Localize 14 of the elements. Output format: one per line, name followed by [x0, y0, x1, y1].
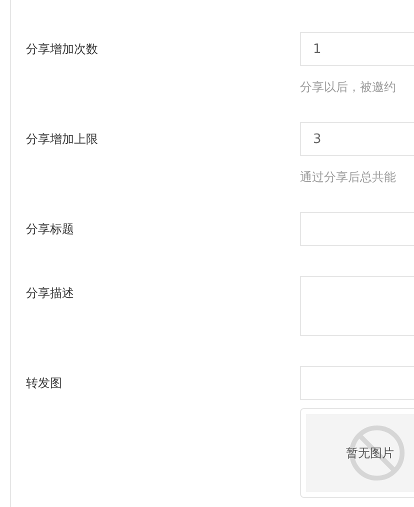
no-image-text: 暂无图片 [346, 445, 394, 462]
no-image-icon [348, 424, 406, 482]
field-label: 分享增加上限 [26, 131, 99, 148]
field-label: 分享标题 [26, 221, 75, 238]
text-area[interactable] [300, 276, 414, 336]
help-text: 通过分享后总共能 [300, 169, 397, 186]
field-label: 分享增加次数 [26, 41, 99, 58]
input-field[interactable] [300, 212, 414, 246]
input-field[interactable] [300, 366, 414, 400]
field-label: 转发图 [26, 375, 63, 392]
input-field[interactable]: 1 [300, 32, 414, 66]
help-text: 分享以后，被邀约 [300, 79, 397, 96]
field-label: 分享描述 [26, 285, 75, 302]
input-field[interactable]: 3 [300, 122, 414, 156]
